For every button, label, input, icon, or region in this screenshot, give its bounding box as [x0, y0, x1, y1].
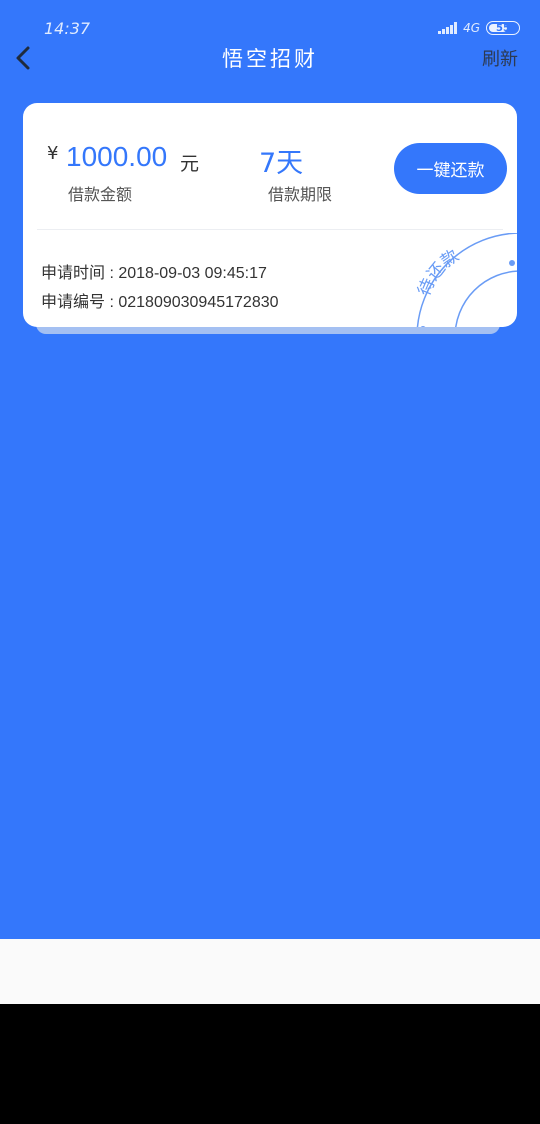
main-background: 14:37 4G 55 悟空招财 刷新 ¥ 1000.00 元 借款金额 7天 … — [0, 0, 540, 939]
repay-button[interactable]: 一键还款 — [394, 143, 507, 194]
apply-no-value: 021809030945172830 — [118, 294, 279, 311]
signal-icon — [438, 22, 458, 34]
loan-card: ¥ 1000.00 元 借款金额 7天 借款期限 一键还款 申请时间 : 201… — [23, 103, 517, 327]
nav-bar: 悟空招财 刷新 — [0, 38, 540, 78]
bottom-band — [0, 939, 540, 1004]
divider — [37, 229, 503, 230]
apply-time-row: 申请时间 : 2018-09-03 09:45:17 — [41, 259, 267, 283]
battery-level: 55 — [496, 22, 510, 34]
currency-symbol: ¥ — [47, 143, 59, 164]
status-time: 14:37 — [44, 19, 91, 38]
amount-unit: 元 — [180, 153, 200, 175]
apply-time-value: 2018-09-03 09:45:17 — [118, 265, 267, 282]
loan-term: 7天 — [259, 148, 304, 179]
apply-time-label: 申请时间 : — [41, 265, 119, 282]
loan-amount: 1000.00 — [66, 141, 168, 172]
pending-repayment-stamp-icon: 待还款 — [414, 233, 517, 327]
status-bar: 14:37 4G 55 — [0, 0, 540, 40]
battery-icon: 55 — [486, 21, 520, 35]
loan-amount-label: 借款金额 — [68, 185, 133, 204]
apply-no-row: 申请编号 : 021809030945172830 — [41, 288, 279, 312]
refresh-button[interactable]: 刷新 — [482, 45, 518, 71]
apply-no-label: 申请编号 : — [41, 294, 119, 311]
network-type: 4G — [463, 21, 480, 35]
loan-term-label: 借款期限 — [268, 185, 333, 204]
status-indicators: 4G 55 — [438, 20, 520, 36]
stamp-text: 待还款 — [414, 246, 462, 299]
page-title: 悟空招财 — [222, 47, 318, 71]
